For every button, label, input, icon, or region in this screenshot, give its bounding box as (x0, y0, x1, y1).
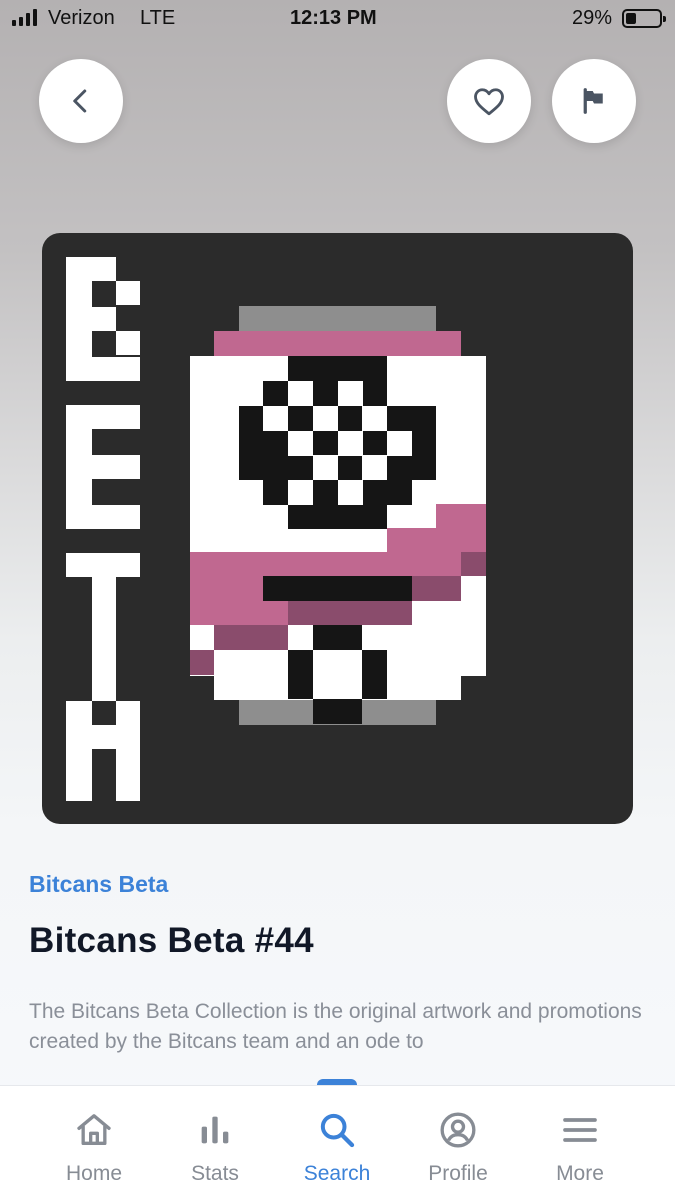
chevron-left-icon (73, 89, 87, 113)
item-description: The Bitcans Beta Collection is the origi… (29, 1000, 642, 1053)
carrier-name: Verizon (48, 7, 115, 29)
pixel-can-image (66, 257, 486, 801)
can-body (190, 306, 486, 725)
tab-profile[interactable]: Profile (398, 1086, 518, 1200)
tab-stats-label: Stats (191, 1162, 239, 1185)
flag-icon (583, 88, 603, 114)
nft-artwork[interactable] (42, 233, 633, 824)
bar-chart-icon (201, 1116, 229, 1144)
battery-percent: 29% (572, 7, 613, 29)
back-button[interactable] (39, 59, 123, 143)
tab-home[interactable]: Home (34, 1086, 154, 1200)
home-icon (77, 1114, 111, 1145)
bottom-tab-bar: Home Stats Search Profile More (0, 1085, 675, 1200)
search-icon (320, 1113, 355, 1148)
beta-vertical-text (66, 257, 140, 801)
tab-more[interactable]: More (520, 1086, 640, 1200)
network-type: LTE (140, 7, 176, 29)
favorite-button[interactable] (447, 59, 531, 143)
tab-home-label: Home (65, 1162, 123, 1185)
heart-icon (474, 88, 504, 116)
tab-search-label: Search (303, 1162, 371, 1185)
item-title: Bitcans Beta #44 (29, 921, 314, 960)
battery-icon (622, 9, 666, 28)
signal-strength-icon (12, 9, 37, 26)
tab-search[interactable]: Search (277, 1086, 397, 1200)
tab-more-label: More (556, 1162, 604, 1185)
tab-stats[interactable]: Stats (155, 1086, 275, 1200)
menu-icon (563, 1118, 597, 1142)
tab-profile-label: Profile (428, 1162, 488, 1185)
status-bar: Verizon LTE 12:13 PM 29% (0, 0, 675, 38)
status-time: 12:13 PM (290, 7, 377, 29)
user-circle-icon (440, 1112, 476, 1148)
report-button[interactable] (552, 59, 636, 143)
collection-link[interactable]: Bitcans Beta (29, 871, 168, 898)
